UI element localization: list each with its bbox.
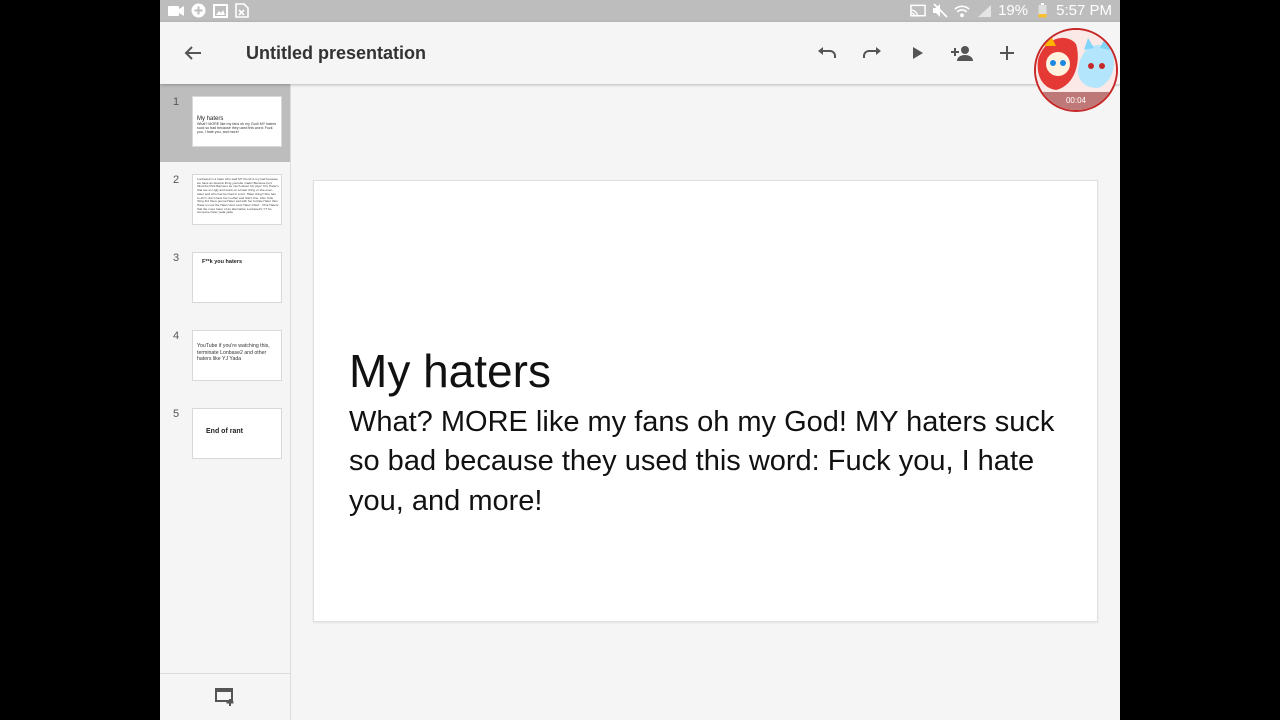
gallery-icon <box>212 3 228 18</box>
recording-timer: 00:04 <box>1065 96 1087 105</box>
slide-thumbnail-2[interactable]: 2 Lonbase2 is a hater who said MY friend… <box>160 162 290 240</box>
slide-preview: End of rant <box>192 408 282 459</box>
thumb-title: End of rant <box>206 428 243 435</box>
back-arrow-icon[interactable] <box>178 38 208 68</box>
recorder-avatar[interactable]: 00:04 <box>1034 28 1118 112</box>
slide-number: 2 <box>173 174 180 186</box>
signal-icon <box>976 3 992 18</box>
thumb-body: YouTube if you're watching this, termina… <box>197 343 270 362</box>
slide-number: 4 <box>173 330 180 342</box>
slide-canvas[interactable]: My haters What? MORE like my fans oh my … <box>313 180 1098 622</box>
filmstrip-footer <box>160 673 290 720</box>
app-screen: 19% 5:57 PM Untitled presentation 00:04 … <box>160 0 1120 720</box>
add-icon[interactable] <box>992 38 1022 68</box>
slide-filmstrip: 1 My haters What? MORE like my fans oh m… <box>160 84 291 720</box>
slide-body-text[interactable]: What? MORE like my fans oh my God! MY ha… <box>349 403 1079 521</box>
play-icon[interactable] <box>903 38 933 68</box>
plus-circle-icon <box>190 3 206 18</box>
slide-title[interactable]: My haters <box>349 344 551 398</box>
slide-preview: Lonbase2 is a hater who said MY friend i… <box>192 174 282 225</box>
thumb-body: Lonbase2 is a hater who said MY friend i… <box>197 177 279 215</box>
thumb-title: F**k you haters <box>202 259 243 265</box>
slide-thumbnail-5[interactable]: 5 End of rant <box>160 396 290 474</box>
slide-preview: My haters What? MORE like my fans oh my … <box>192 96 282 147</box>
add-slide-icon[interactable] <box>215 688 235 706</box>
redo-icon[interactable] <box>857 38 887 68</box>
add-person-icon[interactable] <box>947 38 977 68</box>
slide-thumbnail-1[interactable]: 1 My haters What? MORE like my fans oh m… <box>160 84 290 162</box>
battery-icon <box>1034 3 1050 18</box>
wifi-icon <box>954 3 970 18</box>
slide-number: 5 <box>173 408 180 420</box>
slide-number: 3 <box>173 252 180 264</box>
slide-preview: YouTube if you're watching this, termina… <box>192 330 282 381</box>
slide-number: 1 <box>173 96 180 108</box>
slide-thumbnail-4[interactable]: 4 YouTube if you're watching this, termi… <box>160 318 290 396</box>
video-recording-icon <box>168 3 184 18</box>
status-bar: 19% 5:57 PM <box>160 0 1120 22</box>
slide-thumbnail-3[interactable]: 3 F**k you haters <box>160 240 290 318</box>
presentation-title[interactable]: Untitled presentation <box>246 43 426 64</box>
cast-icon <box>910 3 926 18</box>
battery-percent: 19% <box>998 2 1029 19</box>
undo-icon[interactable] <box>812 38 842 68</box>
xlsx-file-icon <box>234 3 250 18</box>
mute-icon <box>932 3 948 18</box>
clock: 5:57 PM <box>1056 2 1112 19</box>
slide-preview: F**k you haters <box>192 252 282 303</box>
app-bar: Untitled presentation <box>160 22 1120 84</box>
thumb-body: What? MORE like my fans oh my God! MY ha… <box>197 122 277 135</box>
